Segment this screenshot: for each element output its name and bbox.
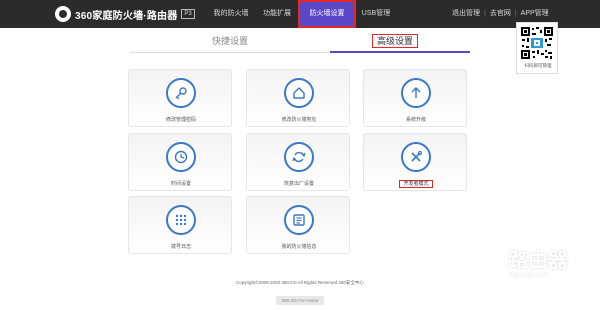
card-firewall-info[interactable]: 我的防火墙信息 xyxy=(246,196,350,254)
qr-caption: 扫码即可管理 xyxy=(524,63,552,68)
card-time-settings[interactable]: 时间设置 xyxy=(128,133,232,191)
card-label: 我的防火墙信息 xyxy=(281,244,317,250)
nav-firewall-settings[interactable]: 防火墙设置 xyxy=(298,0,356,28)
card-change-password[interactable]: 修改管理密码 xyxy=(128,69,232,127)
brand[interactable]: 360家庭防火墙·路由器 P3 xyxy=(55,5,195,23)
upload-arrow-icon xyxy=(401,78,431,108)
shield-logo-icon xyxy=(55,6,71,22)
brand-name: 360家庭防火墙·路由器 xyxy=(75,10,178,22)
qr-popup: 扫码即可管理 xyxy=(516,22,558,74)
card-developer-mode[interactable]: 开发者模式 xyxy=(363,133,467,191)
os-home-button[interactable]: 360 OS For Home xyxy=(276,296,324,305)
card-label: 修改管理密码 xyxy=(165,117,196,123)
card-dial-log[interactable]: 拨号日志 xyxy=(128,196,232,254)
router-logo-icon xyxy=(466,246,502,282)
settings-tabs: 快捷设置 高级设置 xyxy=(130,30,470,53)
tab-active-indicator xyxy=(330,51,470,53)
nav-usb[interactable]: USB管理 xyxy=(358,0,394,28)
card-label: 恢复出厂设置 xyxy=(283,181,314,187)
official-site-link[interactable]: 去官网 xyxy=(490,10,511,17)
tools-icon xyxy=(401,142,431,172)
tab-advanced-settings[interactable]: 高级设置 xyxy=(320,30,470,52)
restore-icon xyxy=(284,142,314,172)
clock-icon xyxy=(166,142,196,172)
watermark-title: 路由器 xyxy=(508,250,568,272)
card-factory-reset[interactable]: 恢复出厂设置 xyxy=(246,133,350,191)
model-badge: P3 xyxy=(181,9,195,19)
home-icon xyxy=(284,78,314,108)
card-label: 开发者模式 xyxy=(364,180,468,188)
tab-quick-settings[interactable]: 快捷设置 xyxy=(150,30,310,52)
key-icon xyxy=(166,78,196,108)
nav-extensions[interactable]: 功能扩展 xyxy=(255,0,299,28)
watermark: 路由器 luyouqi.com xyxy=(466,242,598,290)
card-change-address[interactable]: 修改防火墙地址 xyxy=(246,69,350,127)
tab-advanced-label: 高级设置 xyxy=(371,34,418,48)
card-label: 时间设置 xyxy=(170,181,191,187)
developer-mode-label: 开发者模式 xyxy=(399,180,433,188)
nav-my-firewall[interactable]: 我的防火墙 xyxy=(205,0,257,28)
top-bar: 360家庭防火墙·路由器 P3 我的防火墙 功能扩展 防火墙设置 USB管理 退… xyxy=(0,0,600,28)
info-document-icon xyxy=(284,205,314,235)
qr-code-icon xyxy=(520,26,554,60)
watermark-url: luyouqi.com xyxy=(510,272,548,279)
tab-quick-label: 快捷设置 xyxy=(211,36,248,46)
card-label: 拨号日志 xyxy=(170,244,191,250)
card-label: 系统升级 xyxy=(405,117,426,123)
card-system-upgrade[interactable]: 系统升级 xyxy=(363,69,467,127)
logout-link[interactable]: 退出管理 xyxy=(452,10,480,17)
app-manage-link[interactable]: APP管理 xyxy=(521,10,549,17)
card-label: 修改防火墙地址 xyxy=(281,117,317,123)
dialpad-icon xyxy=(166,205,196,235)
